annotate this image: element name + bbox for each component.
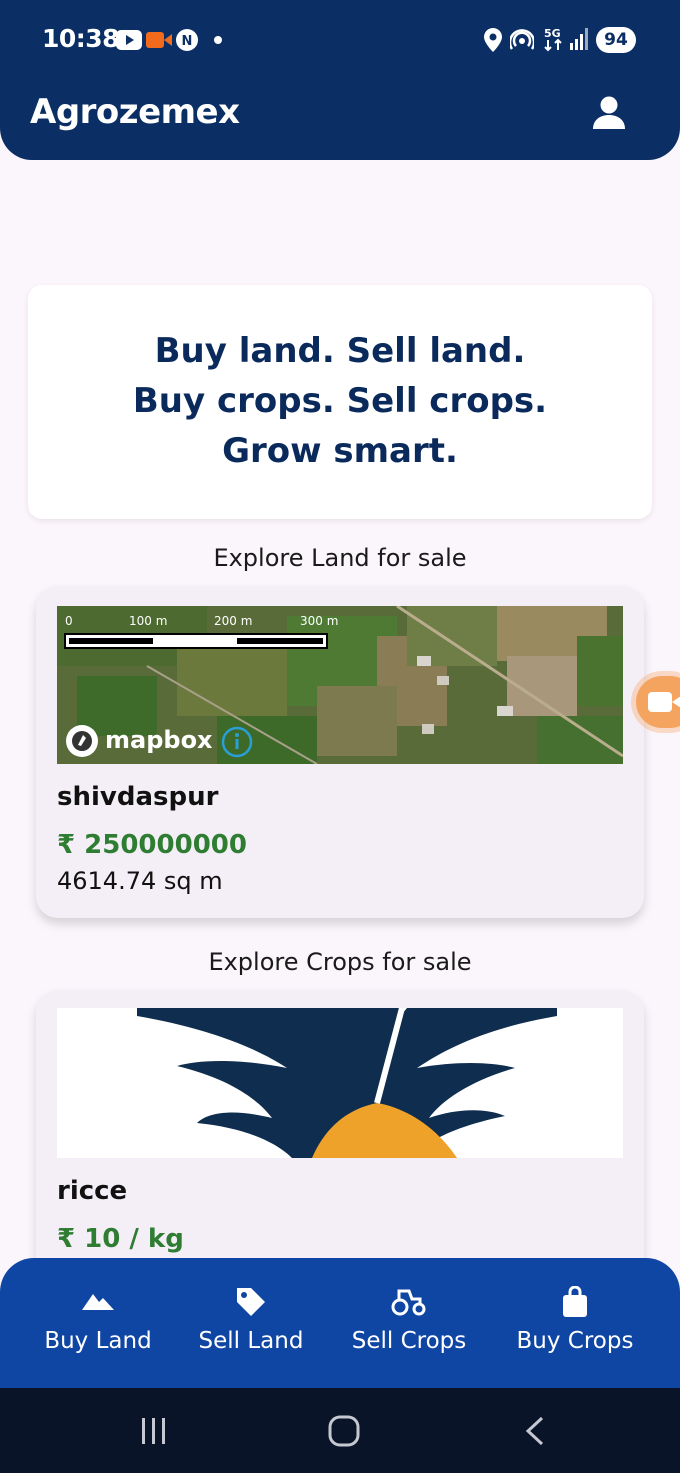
location-icon	[484, 28, 502, 52]
mapbox-attribution: mapbox	[105, 726, 213, 754]
hotspot-icon	[510, 29, 534, 50]
more-notifications-dot-icon	[214, 36, 222, 44]
nav-buy-land-label: Buy Land	[44, 1328, 152, 1354]
shopping-bag-icon	[563, 1286, 587, 1317]
crop-image	[57, 1008, 623, 1158]
5g-icon: 5G	[544, 27, 562, 52]
crop-logo-image	[137, 1008, 557, 1158]
map-scale-label-200: 200 m	[214, 614, 253, 628]
video-call-fab[interactable]	[636, 676, 680, 728]
crops-section-title: Explore Crops for sale	[208, 948, 472, 976]
video-camera-icon	[648, 692, 680, 712]
nav-buy-land[interactable]: Buy Land	[30, 1258, 166, 1390]
map-scale-label-300: 300 m	[300, 614, 339, 628]
tag-icon	[237, 1288, 265, 1316]
svg-text:N: N	[182, 34, 193, 49]
land-listing-card[interactable]: 0 100 m 200 m 300 m mapbox shivdaspur ₹ …	[36, 586, 644, 918]
recent-apps-icon[interactable]	[140, 1416, 168, 1446]
battery-indicator: 94	[596, 27, 636, 53]
bottom-navigation: Buy Land Sell Land Sell Crops Buy Crops	[0, 1258, 680, 1390]
system-navigation-bar	[0, 1388, 680, 1473]
status-bar: 10:38 N 5G 94	[0, 0, 680, 80]
land-map[interactable]: 0 100 m 200 m 300 m mapbox	[57, 606, 623, 764]
tagline-card: Buy land. Sell land. Buy crops. Sell cro…	[28, 285, 652, 519]
crop-price: ₹ 10 / kg	[57, 1224, 184, 1254]
home-icon[interactable]	[328, 1415, 360, 1447]
profile-icon[interactable]	[592, 96, 626, 130]
app-bar: 10:38 N 5G 94 Agrozemex	[0, 0, 680, 160]
youtube-icon	[116, 30, 142, 50]
info-icon[interactable]	[221, 726, 253, 758]
mountain-icon	[82, 1294, 114, 1310]
app-title: Agrozemex	[30, 92, 240, 132]
land-area: 4614.74 sq m	[57, 867, 223, 895]
land-name: shivdaspur	[57, 782, 219, 812]
nav-sell-crops-label: Sell Crops	[351, 1328, 467, 1354]
crop-listing-card[interactable]: ricce ₹ 10 / kg	[36, 990, 644, 1280]
nav-sell-crops[interactable]: Sell Crops	[338, 1258, 480, 1390]
video-record-icon	[146, 32, 172, 48]
notification-app-icon: N	[176, 29, 198, 51]
map-scale-label-0: 0	[65, 614, 73, 628]
land-price: ₹ 250000000	[57, 830, 247, 860]
tractor-icon	[391, 1289, 426, 1316]
svg-text:5G: 5G	[544, 27, 561, 40]
tagline-line-2: Buy crops. Sell crops.	[132, 381, 548, 421]
nav-sell-land-label: Sell Land	[198, 1328, 304, 1354]
tagline-line-1: Buy land. Sell land.	[154, 331, 526, 371]
nav-sell-land[interactable]: Sell Land	[186, 1258, 316, 1390]
land-section-title: Explore Land for sale	[213, 544, 467, 572]
back-icon[interactable]	[524, 1416, 546, 1446]
map-scale-label-100: 100 m	[129, 614, 168, 628]
status-time: 10:38	[42, 24, 120, 53]
signal-icon	[570, 28, 588, 50]
nav-buy-crops[interactable]: Buy Crops	[502, 1258, 648, 1390]
tagline-line-3: Grow smart.	[222, 431, 458, 471]
crop-name: ricce	[57, 1176, 128, 1206]
nav-buy-crops-label: Buy Crops	[516, 1328, 634, 1354]
mapbox-logo-icon	[66, 725, 98, 757]
